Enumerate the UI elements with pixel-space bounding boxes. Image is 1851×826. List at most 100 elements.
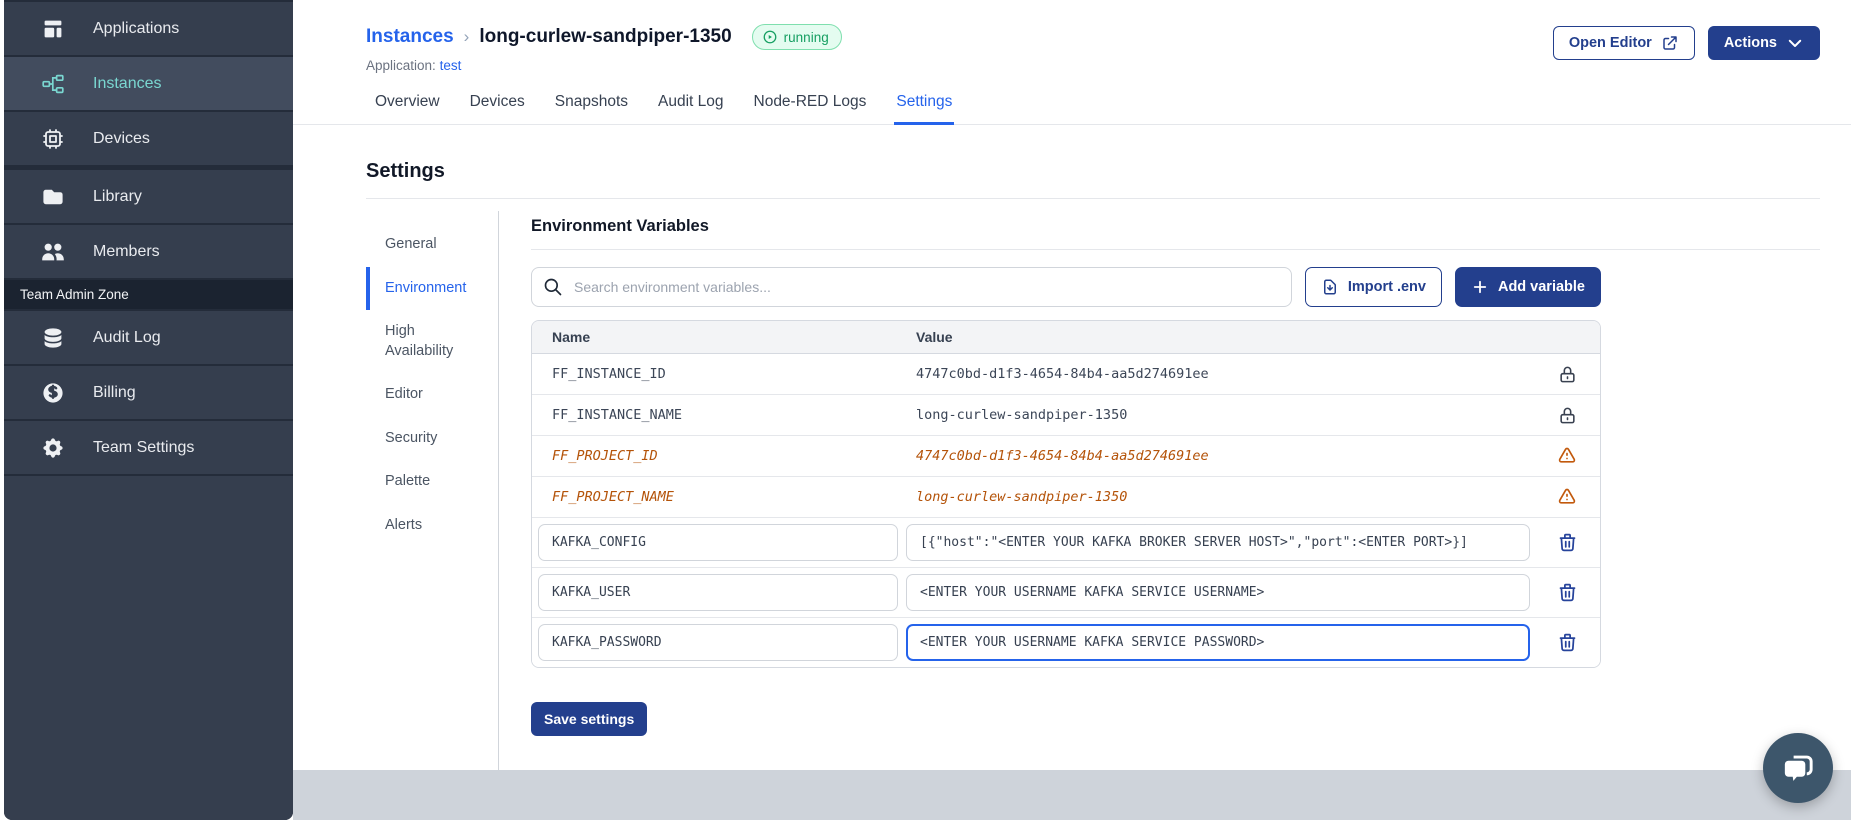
sidebar-item-members[interactable]: Members (4, 225, 293, 278)
warning-icon (1557, 487, 1577, 507)
template-icon (41, 17, 65, 41)
warning-icon (1557, 446, 1577, 466)
env-var-value: 4747c0bd-d1f3-4654-84b4-aa5d274691ee (916, 366, 1209, 382)
environment-panel: Environment Variables Import .env (499, 211, 1820, 776)
tab-overview[interactable]: Overview (373, 85, 442, 124)
save-settings-button[interactable]: Save settings (531, 702, 648, 736)
sidebar-item-applications[interactable]: Applications (4, 2, 293, 55)
delete-variable-button[interactable] (1557, 632, 1578, 653)
env-var-value-cell (904, 624, 1534, 661)
sidebar-item-label: Members (93, 242, 160, 260)
header-actions: Open Editor Actions (1552, 26, 1820, 60)
env-var-status-cell (1534, 487, 1600, 507)
delete-variable-button[interactable] (1557, 582, 1578, 603)
env-name-input[interactable] (538, 624, 898, 661)
open-editor-button[interactable]: Open Editor (1552, 26, 1695, 60)
column-header-actions (1534, 321, 1600, 353)
sidebar-item-audit-log[interactable]: Audit Log (4, 311, 293, 364)
settings-nav-editor[interactable]: Editor (366, 373, 498, 417)
sidebar-section-team-admin-zone: Team Admin Zone (4, 280, 293, 309)
import-env-label: Import .env (1347, 279, 1426, 295)
env-var-name: FF_PROJECT_ID (552, 448, 658, 464)
env-value-input[interactable] (906, 524, 1530, 561)
plus-icon (1471, 278, 1489, 296)
settings-nav-palette[interactable]: Palette (366, 460, 498, 504)
document-download-icon (1321, 278, 1339, 296)
application-link[interactable]: test (440, 58, 462, 73)
import-env-button[interactable]: Import .env (1304, 267, 1442, 307)
table-header: Name Value (532, 321, 1600, 354)
env-var-row: FF_INSTANCE_NAME long-curlew-sandpiper-13… (532, 395, 1600, 436)
env-name-input[interactable] (538, 524, 898, 561)
actions-button[interactable]: Actions (1707, 26, 1820, 60)
env-value-input[interactable] (906, 624, 1530, 661)
search-field (531, 267, 1292, 307)
lock-icon (1558, 365, 1577, 384)
sidebar-item-label: Instances (93, 74, 162, 92)
chip-icon (41, 127, 65, 151)
status-badge: running (751, 24, 842, 50)
sidebar-group: Library Members (4, 170, 293, 280)
instances-icon (41, 72, 65, 96)
tab-settings[interactable]: Settings (894, 85, 955, 125)
application-line: Application: test (366, 58, 842, 73)
open-editor-label: Open Editor (1568, 35, 1652, 51)
tab-audit-log[interactable]: Audit Log (656, 85, 726, 124)
tab-snapshots[interactable]: Snapshots (553, 85, 630, 124)
settings-nav-alerts[interactable]: Alerts (366, 504, 498, 548)
env-var-row (532, 618, 1600, 667)
instance-tabs: Overview Devices Snapshots Audit Log Node-RE… (293, 85, 1851, 125)
play-circle-icon (762, 29, 778, 45)
column-header-name: Name (552, 329, 591, 345)
env-var-action-cell (1534, 582, 1600, 603)
breadcrumb: Instances › long-curlew-sandpiper-1350 r… (366, 24, 842, 50)
env-value-input[interactable] (906, 574, 1530, 611)
lock-icon (1558, 406, 1577, 425)
sidebar-item-label: Audit Log (93, 328, 161, 346)
env-var-name-cell (532, 624, 904, 661)
sidebar-item-instances[interactable]: Instances (4, 57, 293, 110)
delete-variable-button[interactable] (1557, 532, 1578, 553)
env-var-name: FF_INSTANCE_ID (552, 366, 666, 382)
env-var-status-cell (1534, 406, 1600, 425)
add-variable-button[interactable]: Add variable (1454, 267, 1601, 307)
env-var-row (532, 518, 1600, 568)
currency-dollar-icon (41, 381, 65, 405)
env-var-status-cell (1534, 446, 1600, 466)
settings-nav-general[interactable]: General (366, 223, 498, 267)
env-var-value: long-curlew-sandpiper-1350 (916, 489, 1128, 505)
status-badge-label: running (783, 29, 829, 45)
env-var-action-cell (1534, 532, 1600, 553)
env-var-value-cell (904, 574, 1534, 611)
sidebar-item-label: Team Settings (93, 438, 195, 456)
settings-nav-high-availability[interactable]: High Availability (366, 310, 498, 373)
env-var-value: long-curlew-sandpiper-1350 (916, 407, 1128, 423)
sidebar: Applications Instances Devices Library Membe… (4, 0, 293, 820)
tab-node-red-logs[interactable]: Node-RED Logs (752, 85, 869, 124)
sidebar-item-label: Applications (93, 19, 180, 37)
sidebar-filler (4, 476, 293, 820)
settings-section: Settings General Environment High Availabi… (293, 125, 1851, 776)
sidebar-item-billing[interactable]: Billing (4, 366, 293, 419)
sidebar-item-devices[interactable]: Devices (4, 112, 293, 165)
settings-nav-environment[interactable]: Environment (366, 266, 498, 311)
external-link-icon (1661, 34, 1679, 52)
environment-variables-title: Environment Variables (531, 217, 709, 235)
application-label: Application: (366, 58, 436, 73)
settings-nav-security[interactable]: Security (366, 417, 498, 461)
search-input[interactable] (531, 267, 1292, 307)
divider (366, 198, 1820, 199)
sidebar-item-team-settings[interactable]: Team Settings (4, 421, 293, 474)
chat-widget-button[interactable] (1763, 733, 1833, 803)
trash-icon (1557, 532, 1578, 553)
breadcrumb-instances-link[interactable]: Instances (366, 26, 454, 48)
actions-label: Actions (1723, 35, 1777, 51)
tab-devices[interactable]: Devices (468, 85, 527, 124)
env-var-row: FF_PROJECT_ID 4747c0bd-d1f3-4654-84b4-aa5… (532, 436, 1600, 477)
add-variable-label: Add variable (1497, 279, 1585, 295)
sidebar-item-library[interactable]: Library (4, 170, 293, 223)
chevron-down-icon (1786, 34, 1804, 52)
env-var-value-cell (904, 524, 1534, 561)
sidebar-item-label: Devices (93, 129, 150, 147)
env-name-input[interactable] (538, 574, 898, 611)
